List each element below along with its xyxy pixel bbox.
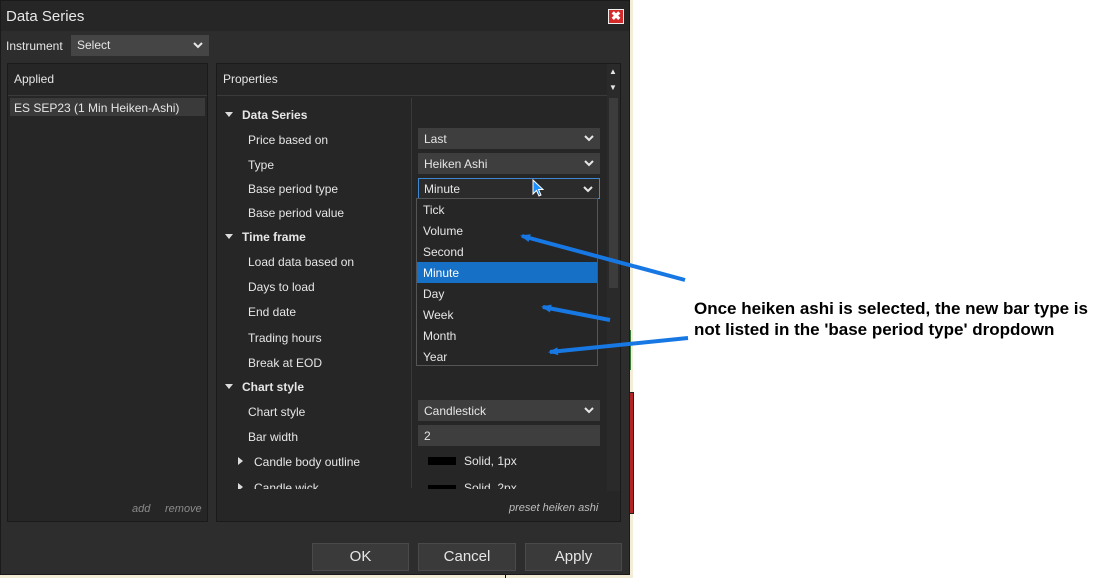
arrow-to-week — [541, 304, 611, 322]
arrow-to-volume — [520, 234, 686, 282]
annotation-arrows — [520, 234, 689, 356]
annotation-text: Once heiken ashi is selected, the new ba… — [694, 299, 1088, 339]
arrow-to-year — [548, 336, 689, 356]
